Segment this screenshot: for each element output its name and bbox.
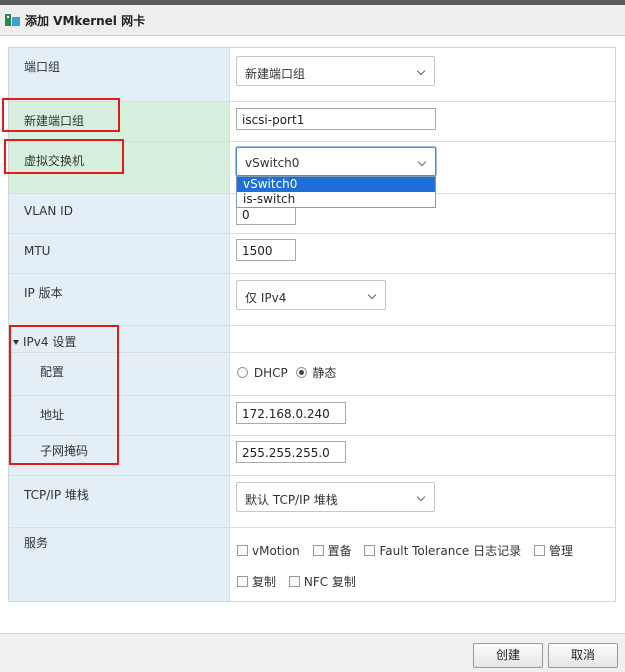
subnet-mask-input[interactable]: 255.255.255.0 — [236, 441, 346, 463]
chevron-down-icon — [416, 66, 426, 76]
services-line-1: vMotion 置备 Fault Tolerance 日志记录 管理 — [237, 542, 582, 559]
vlan-id-label: VLAN ID — [9, 194, 229, 233]
port-group-row: 端口组 新建端口组 — [9, 48, 615, 102]
cancel-button[interactable]: 取消 — [548, 643, 618, 668]
service-vmotion[interactable]: vMotion — [237, 544, 300, 558]
dialog-footer: 创建 取消 — [0, 633, 625, 672]
mtu-row: MTU 1500 — [9, 234, 615, 274]
create-button[interactable]: 创建 — [473, 643, 543, 668]
service-management[interactable]: 管理 — [533, 542, 573, 559]
dhcp-label: DHCP — [253, 366, 288, 380]
new-port-group-input[interactable]: iscsi-port1 — [236, 108, 436, 130]
highlight-ipv4-settings — [9, 325, 119, 465]
dialog-title: 添加 VMkernel 网卡 — [25, 13, 146, 28]
ip-version-row: IP 版本 仅 IPv4 — [9, 274, 615, 326]
fault-tolerance-checkbox[interactable] — [364, 545, 376, 556]
mtu-label: MTU — [9, 234, 229, 273]
replication-checkbox[interactable] — [237, 576, 248, 587]
service-replication[interactable]: 复制 — [237, 573, 276, 590]
vswitch-option[interactable]: is-switch — [237, 192, 435, 207]
ipv4-address-input[interactable]: 172.168.0.240 — [236, 402, 346, 424]
static-radio[interactable] — [295, 367, 307, 378]
dhcp-radio[interactable] — [237, 367, 248, 378]
chevron-down-icon — [367, 290, 377, 300]
ipv4-config-options: DHCP 静态 — [237, 364, 336, 381]
highlight-new-port-group — [2, 98, 120, 132]
port-group-label: 端口组 — [9, 48, 229, 101]
static-label: 静态 — [312, 366, 337, 380]
nfc-replication-checkbox[interactable] — [288, 576, 300, 587]
management-checkbox[interactable] — [533, 545, 545, 556]
vswitch-select[interactable]: vSwitch0 — [236, 147, 436, 176]
highlight-vswitch — [4, 139, 124, 174]
vswitch-dropdown-list: vSwitch0 is-switch — [236, 176, 436, 208]
services-row: 服务 vMotion 置备 Fault Tolerance 日志记录 管理 复制… — [9, 528, 615, 601]
vswitch-option[interactable]: vSwitch0 — [237, 177, 435, 192]
mtu-input[interactable]: 1500 — [236, 239, 296, 261]
service-provisioning[interactable]: 置备 — [312, 542, 352, 559]
port-group-select[interactable]: 新建端口组 — [236, 56, 435, 86]
ip-version-select[interactable]: 仅 IPv4 — [236, 280, 386, 310]
services-label: 服务 — [9, 528, 229, 601]
service-fault-tolerance[interactable]: Fault Tolerance 日志记录 — [364, 542, 521, 559]
service-nfc-replication[interactable]: NFC 复制 — [288, 573, 356, 590]
tcpip-stack-row: TCP/IP 堆栈 默认 TCP/IP 堆栈 — [9, 476, 615, 528]
tcpip-stack-select[interactable]: 默认 TCP/IP 堆栈 — [236, 482, 435, 512]
dialog-title-bar: 添加 VMkernel 网卡 — [0, 5, 625, 36]
services-line-2: 复制 NFC 复制 — [237, 573, 365, 590]
vmkernel-nic-icon — [5, 13, 21, 27]
chevron-down-icon — [416, 492, 426, 502]
vmotion-checkbox[interactable] — [237, 545, 248, 556]
ip-version-label: IP 版本 — [9, 274, 229, 325]
chevron-down-icon — [417, 157, 427, 167]
tcpip-stack-label: TCP/IP 堆栈 — [9, 476, 229, 527]
provisioning-checkbox[interactable] — [312, 545, 324, 556]
